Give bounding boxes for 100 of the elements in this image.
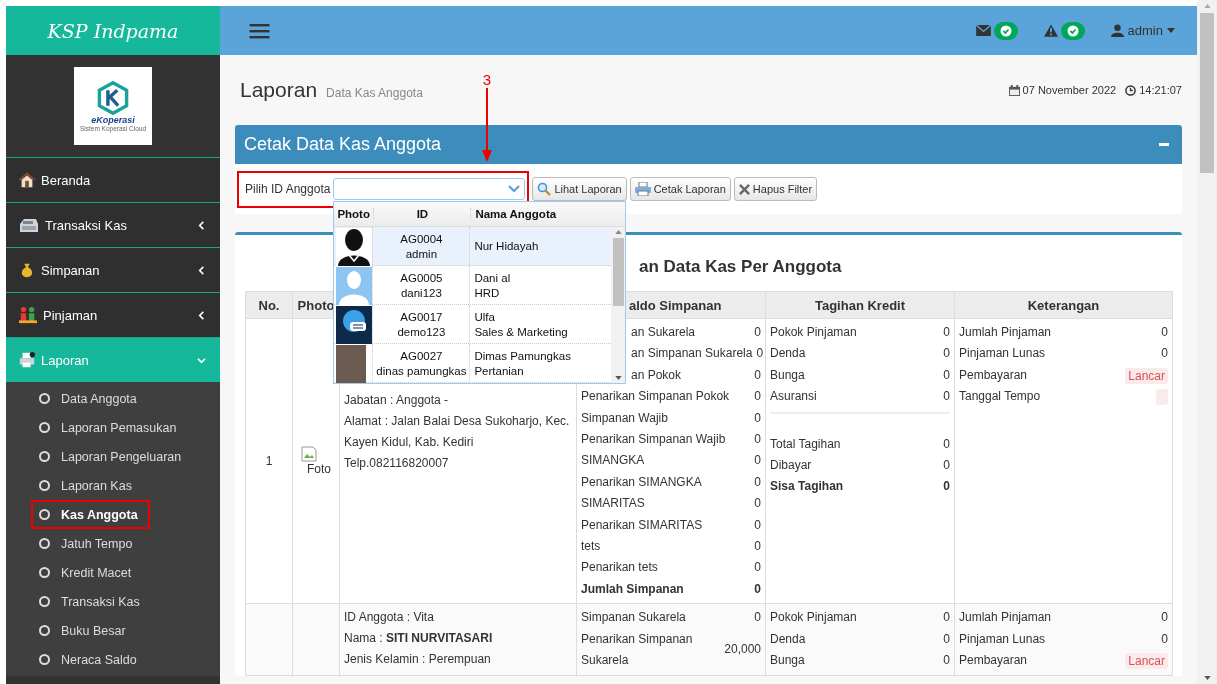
credit-value: 0 — [943, 652, 950, 670]
submenu-item[interactable]: Laporan Kas — [31, 471, 144, 500]
submenu-item[interactable]: Jatuh Tempo — [31, 529, 145, 558]
member-name: Nur Hidayah — [474, 240, 540, 252]
scrollbar[interactable] — [611, 227, 626, 383]
note-label: Pinjaman Lunas — [959, 345, 1046, 363]
member-note: HRD — [474, 286, 501, 299]
sidebar-menu-item[interactable]: Transaksi Kas — [6, 203, 220, 248]
savings-value: 0 — [754, 609, 761, 627]
submenu-item[interactable]: Laporan Pemasukan — [31, 413, 189, 442]
scroll-down-icon[interactable] — [614, 376, 622, 380]
credit-total-value: 0 — [943, 478, 950, 496]
dropdown-row[interactable]: AG0004 admin Nur Hidayah — [334, 227, 612, 266]
savings-value: 0 — [754, 538, 761, 556]
warning-icon[interactable] — [1043, 24, 1058, 37]
savings-value: 0 — [754, 452, 761, 470]
status-label: Lancar — [1125, 367, 1168, 384]
sidebar-menu-item[interactable]: Beranda — [6, 158, 220, 203]
submenu-item[interactable]: Data Anggota — [31, 384, 149, 413]
broken-image-icon — [301, 446, 317, 463]
annotation-label: 3 — [482, 72, 492, 88]
savings-label: an Simpanan Sukarela — [631, 345, 753, 363]
savings-value: 0 — [754, 473, 761, 491]
credit-total-value: 0 — [943, 435, 950, 453]
credit-label: Pokok Pinjaman — [770, 324, 857, 341]
savings-label: an Pokok — [631, 366, 682, 384]
savings-value: 0 — [756, 345, 764, 363]
page-scrollbar[interactable] — [1197, 0, 1217, 684]
credit-label: Denda — [770, 345, 806, 363]
member-detail: ID Anggota : Vita — [344, 609, 435, 627]
sidebar-menu-item[interactable]: Pinjaman — [6, 293, 220, 338]
member-username: demo123 — [397, 325, 446, 338]
savings-label: Penarikan tets — [581, 559, 658, 577]
savings-value: 0 — [754, 366, 761, 384]
view-report-button[interactable]: Lihat Laporan — [532, 177, 627, 201]
note-value: 0 — [1161, 630, 1168, 648]
dropdown-row[interactable]: AG0017 demo123 Ulfa Sales & Marketing — [334, 305, 612, 344]
column-header: Tagihan Kredit — [765, 291, 955, 319]
scroll-up-icon[interactable] — [614, 230, 622, 234]
savings-label: Penarikan SIMARITAS — [581, 516, 703, 534]
dropdown-row[interactable]: AG0005 dani123 Dani al HRD — [334, 266, 612, 305]
credit-value: 0 — [943, 324, 950, 341]
note-label: Pinjaman Lunas — [959, 630, 1046, 648]
credit-total-label: Dibayar — [770, 457, 812, 475]
column-header: ID — [373, 208, 471, 220]
row-number: 1 — [265, 454, 273, 469]
savings-value: 0 — [754, 388, 761, 406]
time-text: 14:21:07 — [1139, 84, 1182, 96]
member-detail: Telp.082116820007 — [344, 455, 450, 472]
member-select[interactable] — [333, 178, 526, 200]
submenu-item[interactable]: Laporan Pengeluaran — [31, 442, 194, 471]
credit-value: 0 — [943, 388, 950, 406]
savings-label: an Sukarela — [631, 324, 696, 341]
savings-value: 0 — [754, 431, 761, 449]
avatar-placeholder-icon — [336, 267, 373, 305]
hexagon-k-icon — [96, 80, 130, 115]
user-menu[interactable]: admin — [1110, 23, 1175, 38]
print-report-button[interactable]: Cetak Laporan — [629, 177, 731, 201]
credit-label: Asuransi — [770, 388, 817, 406]
savings-label: Penarikan Simpanan Sukarela — [581, 630, 694, 670]
submenu-item[interactable]: Buku Besar — [31, 616, 138, 645]
member-note: Sales & Marketing — [474, 325, 569, 338]
scroll-down-icon[interactable] — [1203, 676, 1211, 680]
column-header: No. — [245, 291, 293, 319]
member-username: admin — [405, 247, 438, 260]
submenu-item[interactable]: Kas Anggota — [31, 500, 150, 529]
clear-filter-button[interactable]: Hapus Filter — [733, 177, 818, 201]
calendar-icon — [1008, 84, 1020, 96]
member-name: Dani al — [474, 271, 512, 284]
check-badge-icon — [1060, 21, 1085, 40]
submenu-item[interactable]: Transaksi Kas — [31, 587, 152, 616]
savings-value: 0 — [754, 580, 761, 598]
note-value: 0 — [1161, 609, 1168, 627]
user-icon — [1110, 24, 1124, 37]
member-detail: Jenis Kelamin : Perempuan — [344, 651, 492, 669]
photo-alt-text: Foto — [306, 462, 331, 477]
scrollbar-thumb[interactable] — [1200, 13, 1214, 173]
note-label: Pembayaran — [959, 652, 1028, 670]
envelope-icon[interactable] — [975, 25, 991, 36]
savings-value: 0 — [754, 516, 761, 534]
submenu-item[interactable]: Neraca Saldo — [31, 645, 149, 674]
member-name: Ulfa — [474, 310, 496, 323]
submenu-item[interactable]: Kredit Macet — [31, 558, 144, 587]
member-username: dani123 — [400, 286, 442, 299]
member-detail: Nama : SITI NURVITASARI — [344, 630, 494, 648]
printer-icon — [18, 351, 36, 369]
savings-label: Penarikan Simpanan Wajib — [581, 431, 726, 449]
dropdown-row[interactable]: AG0027 dinas pamungkas Dimas Pamungkas Pertanian — [334, 344, 612, 383]
credit-total-label: Total Tagihan — [770, 435, 841, 453]
menu-icon[interactable] — [249, 22, 270, 39]
scrollbar-thumb[interactable] — [612, 238, 624, 306]
scroll-up-icon[interactable] — [1203, 4, 1211, 8]
savings-label: Simpanan Wajib — [581, 409, 668, 427]
savings-value: 0 — [754, 409, 761, 427]
filter-label: Pilih ID Anggota — [245, 182, 331, 196]
savings-label: tets — [581, 538, 601, 556]
credit-value: 0 — [943, 630, 950, 648]
sidebar-menu-item[interactable]: Simpanan — [6, 248, 220, 293]
panel-title: Cetak Data Kas Anggota — [244, 134, 442, 155]
credit-label: Bunga — [770, 366, 805, 384]
